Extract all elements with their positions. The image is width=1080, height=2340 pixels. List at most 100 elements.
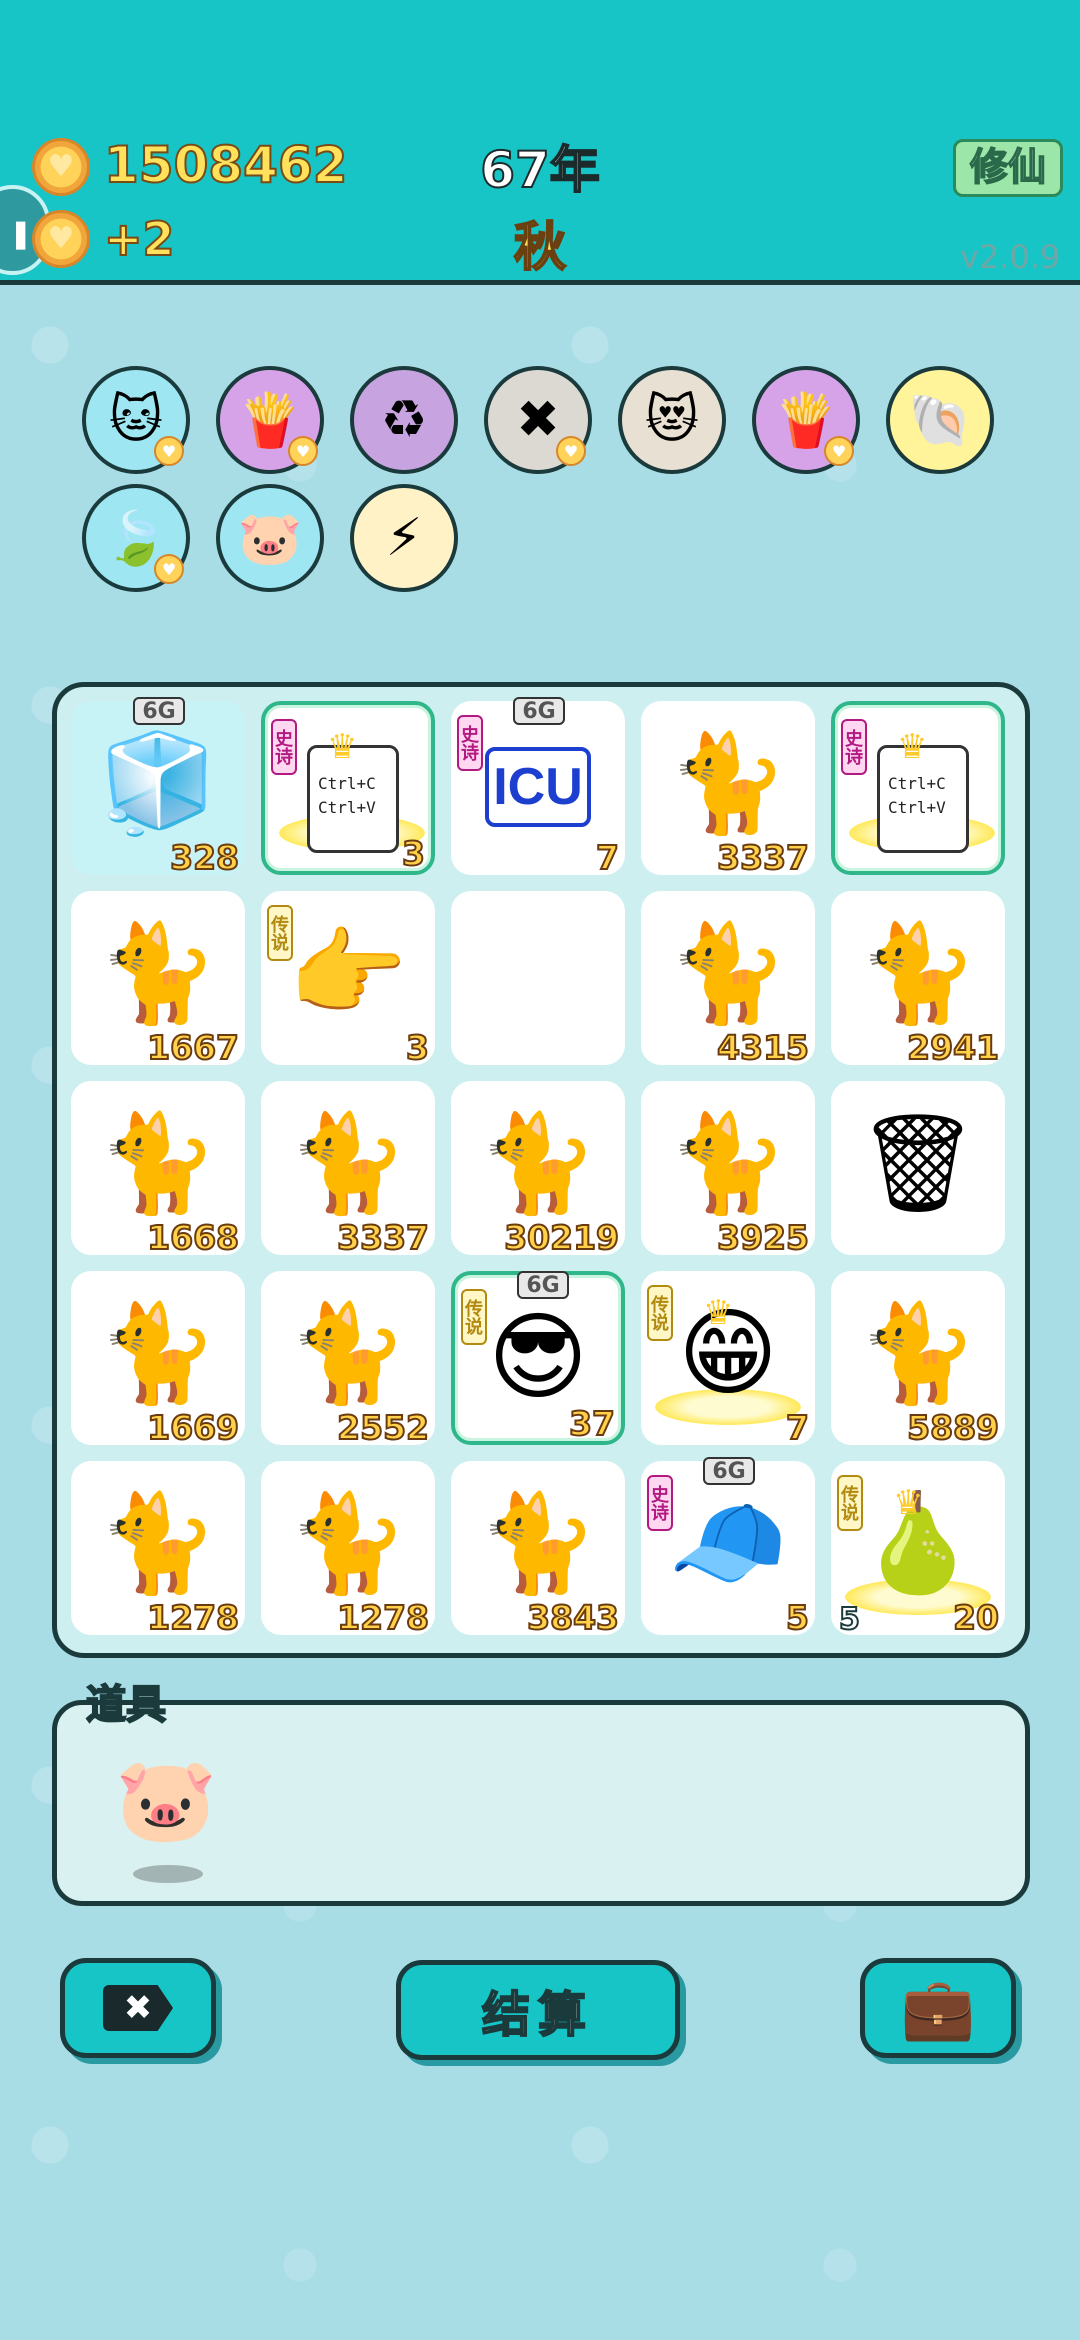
item-count: 5889 <box>906 1407 1000 1448</box>
item-count: 1278 <box>336 1597 430 1638</box>
epic-rarity-tag: 史诗 <box>647 1475 673 1531</box>
item-count: 1667 <box>146 1027 240 1068</box>
board-cell[interactable]: ICU 史诗 6G 7 <box>451 697 625 878</box>
card-text: Ctrl+C <box>888 774 946 793</box>
cat-icon: 🐈 <box>98 917 218 1029</box>
board-cell[interactable]: 🐈 30219 <box>451 1081 625 1258</box>
board-cell[interactable]: 🧢 史诗 6G 5 <box>641 1457 815 1638</box>
buff-glyph: 🐚 <box>907 390 973 451</box>
item-count: 3925 <box>716 1217 810 1258</box>
board-cell[interactable]: 🐈 3925 <box>641 1081 815 1258</box>
legend-rarity-tag: 传说 <box>461 1289 487 1345</box>
buff-glyph: 🐷 <box>237 508 303 569</box>
item-count: 1669 <box>146 1407 240 1448</box>
cat-icon: 🐈 <box>98 1107 218 1219</box>
item-count: 1668 <box>146 1217 240 1258</box>
income-coin-icon: ♥ <box>32 210 90 268</box>
buff-glyph: ⚡ <box>385 508 423 568</box>
icu-sign-icon: ICU <box>485 747 591 827</box>
board-cell[interactable]: 🐈 1278 <box>71 1461 245 1638</box>
income-rate: +2 <box>103 211 176 267</box>
cat-icon: 🐈 <box>288 1297 408 1409</box>
coin-icon: ♥ <box>32 138 90 196</box>
shell-icon[interactable]: 🐚 <box>886 366 994 474</box>
cat-icon: 🐈 <box>478 1107 598 1219</box>
mini-coin-icon: ♥ <box>824 436 854 466</box>
game-season: 秋 <box>513 217 567 279</box>
close-tag-icon[interactable]: ✖ ♥ <box>484 366 592 474</box>
board-cell[interactable]: 🐈 2552 <box>261 1271 435 1448</box>
card-text: Ctrl+V <box>318 798 376 817</box>
item-count: 4315 <box>716 1027 810 1068</box>
board-cell[interactable]: 🧊 6G 328 <box>71 697 245 878</box>
props-panel: 🐷 <box>52 1700 1030 1906</box>
fries-icon[interactable]: 🍟 ♥ <box>216 366 324 474</box>
item-count: 3 <box>405 1027 430 1068</box>
cat-face-icon[interactable]: 🐱 ♥ <box>82 366 190 474</box>
board-cell[interactable]: 🐈 4315 <box>641 891 815 1068</box>
board-cell[interactable]: 🐈 5889 <box>831 1271 1005 1448</box>
leaf-icon[interactable]: 🍃 ♥ <box>82 484 190 592</box>
mini-coin-icon: ♥ <box>556 436 586 466</box>
game-year: 67年 <box>479 140 601 200</box>
board-cell[interactable]: 🐈 1668 <box>71 1081 245 1258</box>
piggy-bank-icon[interactable]: 🐷 <box>216 484 324 592</box>
item-count: 2552 <box>336 1407 430 1448</box>
recycle-icon[interactable]: ♻ <box>350 366 458 474</box>
piggy-bank-icon[interactable]: 🐷 <box>115 1753 217 1849</box>
board-cell[interactable]: 🐈 1669 <box>71 1271 245 1448</box>
item-count: 1278 <box>146 1597 240 1638</box>
board-cell[interactable]: 🍐 ♛ 传说 5 20 <box>831 1461 1005 1638</box>
close-tag-icon: ✖ <box>103 1985 173 2031</box>
lightning-icon[interactable]: ⚡ <box>350 484 458 592</box>
board-cell[interactable]: Ctrl+C Ctrl+V ♛ 史诗 <box>831 701 1005 875</box>
cultivation-mode-button[interactable]: 修仙 <box>953 139 1063 197</box>
item-count: 3337 <box>716 837 810 878</box>
item-count: 5 <box>785 1597 810 1638</box>
crown-icon: ♛ <box>897 727 928 767</box>
board-cell[interactable]: 😎 传说 6G 37 <box>451 1271 625 1445</box>
legend-rarity-tag: 传说 <box>837 1475 863 1531</box>
legend-rarity-tag: 传说 <box>647 1285 673 1341</box>
board-cell[interactable]: Ctrl+C Ctrl+V ♛ 史诗 3 <box>261 701 435 875</box>
item-count: 2941 <box>906 1027 1000 1068</box>
fries-icon[interactable]: 🍟 ♥ <box>752 366 860 474</box>
board-cell[interactable]: 🗑 <box>831 1081 1005 1255</box>
board-cell[interactable] <box>451 891 625 1065</box>
cat-icon: 🐈 <box>668 1107 788 1219</box>
settle-button[interactable]: 结算 <box>396 1960 680 2060</box>
board-cell[interactable]: 🐈 3843 <box>451 1461 625 1638</box>
settle-label: 结算 <box>481 1986 594 2044</box>
item-count: 20 <box>952 1597 1000 1638</box>
sixg-badge: 6G <box>133 697 185 725</box>
board-cell[interactable]: 🐈 1667 <box>71 891 245 1068</box>
crown-icon: ♛ <box>703 1293 734 1333</box>
board-cell[interactable]: 🐈 3337 <box>641 701 815 878</box>
crown-icon: ♛ <box>893 1483 924 1523</box>
cat-icon: 🐈 <box>288 1487 408 1599</box>
board-cell[interactable]: 🐈 1278 <box>261 1461 435 1638</box>
sixg-badge: 6G <box>513 697 565 725</box>
top-bar: ❚❚ ♥ 1508462 ♥ +2 67年 秋 修仙 v2.0.9 <box>0 0 1080 285</box>
item-count: 7 <box>595 837 620 878</box>
remove-button[interactable]: ✖ <box>60 1958 216 2058</box>
epic-rarity-tag: 史诗 <box>457 715 483 771</box>
cats-hearts-icon[interactable]: 😻 <box>618 366 726 474</box>
bag-button[interactable]: 💼 <box>860 1958 1016 2058</box>
cat-icon: 🐈 <box>858 1297 978 1409</box>
prop-shadow <box>133 1865 203 1883</box>
cat-icon: 🐈 <box>98 1487 218 1599</box>
mini-coin-icon: ♥ <box>288 436 318 466</box>
item-count: 3843 <box>526 1597 620 1638</box>
sixg-badge: 6G <box>517 1271 569 1299</box>
buff-glyph: ♻ <box>380 390 428 450</box>
board-cell[interactable]: 😁 ♛ 传说 7 <box>641 1271 815 1448</box>
board-cell[interactable]: 🐈 2941 <box>831 891 1005 1068</box>
board-cell[interactable]: 🐈 3337 <box>261 1081 435 1258</box>
item-count: 328 <box>169 837 240 878</box>
board-cell[interactable]: 👉 传说 3 <box>261 891 435 1068</box>
version-label: v2.0.9 <box>960 238 1061 276</box>
item-count: 3 <box>401 833 426 874</box>
buff-glyph: 🐱 <box>108 390 164 450</box>
card-text: Ctrl+C <box>318 774 376 793</box>
